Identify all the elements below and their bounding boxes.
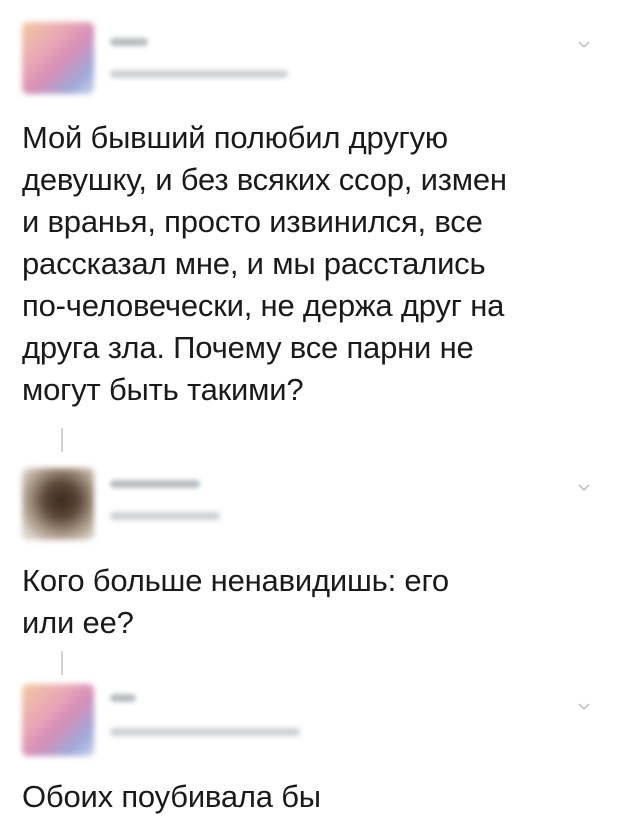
username-redacted[interactable]	[110, 694, 136, 702]
avatar[interactable]	[22, 468, 94, 540]
handle-redacted	[110, 70, 288, 78]
handle-redacted	[110, 512, 220, 520]
chevron-down-icon[interactable]	[578, 38, 590, 50]
thread-line	[61, 651, 63, 675]
chevron-down-icon[interactable]	[578, 700, 590, 712]
post-text: Кого больше ненавидишь: его или ее?	[22, 563, 449, 640]
post-text: Обоих поубивала бы	[22, 779, 321, 814]
avatar[interactable]	[22, 22, 94, 94]
username-redacted[interactable]	[110, 480, 200, 488]
post-text: Мой бывший полюбил другую девушку, и без…	[22, 120, 507, 407]
chevron-down-icon[interactable]	[578, 481, 590, 493]
handle-redacted	[110, 728, 300, 736]
avatar[interactable]	[22, 684, 94, 756]
thread-line	[61, 428, 63, 452]
username-redacted[interactable]	[110, 38, 148, 46]
